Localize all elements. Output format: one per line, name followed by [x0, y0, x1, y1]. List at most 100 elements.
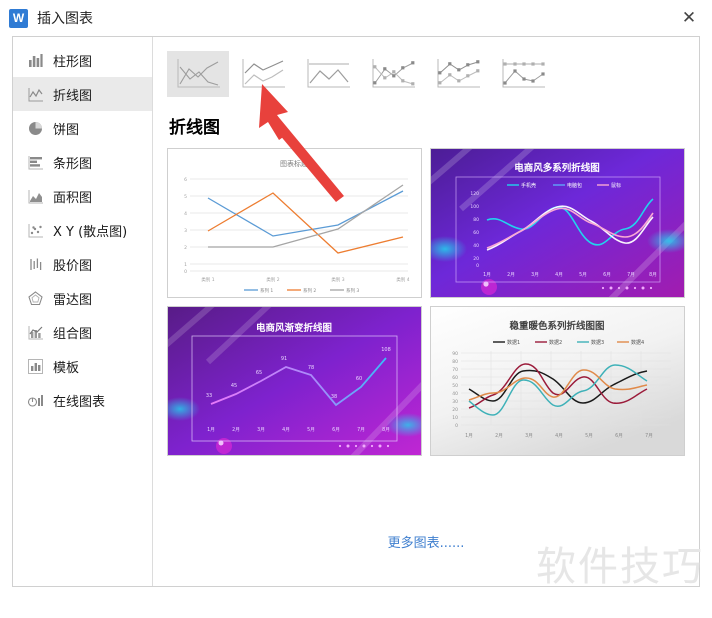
svg-text:2: 2 [184, 245, 187, 251]
svg-text:1月: 1月 [483, 272, 491, 278]
combo-chart-icon [27, 324, 44, 341]
stacked-line-chart-thumb[interactable] [232, 51, 294, 97]
sidebar-item-combo-chart[interactable]: 组合图 [13, 315, 152, 349]
svg-text:稳重暖色系列折线图图: 稳重暖色系列折线图图 [509, 320, 604, 332]
svg-text:40: 40 [452, 391, 458, 397]
bar-chart-icon [27, 154, 44, 171]
svg-text:手机壳: 手机壳 [521, 182, 536, 189]
close-icon[interactable]: ✕ [666, 0, 712, 36]
svg-text:10: 10 [452, 415, 458, 421]
svg-text:0: 0 [184, 269, 187, 275]
svg-text:2月: 2月 [507, 272, 515, 278]
svg-text:108: 108 [381, 347, 391, 353]
pie-chart-icon [27, 120, 44, 137]
svg-text:120: 120 [470, 191, 479, 197]
sidebar-item-label: 股价图 [53, 258, 93, 274]
preview-ecommerce-gradient-line-chart[interactable]: 电商风渐变折线图 33 45 65 91 78 38 60 108 1月 2月 3月 4月 5月… [167, 306, 422, 456]
sidebar-item-label: 柱形图 [53, 54, 93, 70]
svg-text:78: 78 [308, 365, 314, 371]
svg-text:类别 2: 类别 2 [266, 276, 279, 283]
radar-chart-icon [27, 290, 44, 307]
svg-text:电商风渐变折线图: 电商风渐变折线图 [256, 322, 332, 334]
sidebar-item-scatter-chart[interactable]: X Y (散点图) [13, 213, 152, 247]
watermark: 软件技巧 [536, 544, 704, 590]
svg-text:图表标题: 图表标题 [280, 159, 308, 168]
chart-category-sidebar: 柱形图 折线图 饼图 条形图 面积图 X Y (散点图) 股价图 雷达图 组合图… [13, 37, 153, 586]
svg-text:类别 4: 类别 4 [396, 276, 409, 283]
svg-text:数据4: 数据4 [631, 339, 644, 346]
svg-text:100: 100 [470, 204, 479, 210]
line-with-markers-thumb[interactable] [362, 51, 424, 97]
svg-text:5月: 5月 [307, 427, 315, 433]
stacked-line-with-markers-thumb[interactable] [427, 51, 489, 97]
svg-text:20: 20 [473, 256, 479, 262]
svg-text:45: 45 [231, 383, 237, 389]
template-icon [27, 358, 44, 375]
bottom-strip [0, 587, 498, 618]
sidebar-item-pie-chart[interactable]: 饼图 [13, 111, 152, 145]
svg-text:5: 5 [184, 194, 187, 200]
sidebar-item-label: 饼图 [53, 122, 80, 138]
sidebar-item-template[interactable]: 模板 [13, 349, 152, 383]
svg-text:4: 4 [184, 211, 187, 217]
sidebar-item-area-chart[interactable]: 面积图 [13, 179, 152, 213]
svg-text:60: 60 [452, 375, 458, 381]
svg-text:类别 3: 类别 3 [331, 276, 344, 283]
svg-text:91: 91 [281, 356, 287, 362]
svg-text:7月: 7月 [357, 427, 365, 433]
svg-text:1月: 1月 [465, 433, 473, 439]
svg-text:2月: 2月 [495, 433, 503, 439]
svg-text:8月: 8月 [649, 272, 657, 278]
svg-text:38: 38 [331, 394, 337, 400]
svg-text:3: 3 [184, 228, 187, 234]
svg-text:系列 2: 系列 2 [303, 287, 316, 294]
sidebar-item-radar-chart[interactable]: 雷达图 [13, 281, 152, 315]
svg-text:65: 65 [256, 370, 262, 376]
wps-writer-icon [9, 8, 28, 28]
svg-text:60: 60 [473, 230, 479, 236]
svg-text:0: 0 [476, 263, 479, 269]
svg-text:数据2: 数据2 [549, 339, 562, 346]
svg-text:50: 50 [452, 383, 458, 389]
sidebar-item-online-chart[interactable]: 在线图表 [13, 383, 152, 417]
svg-text:4月: 4月 [282, 427, 290, 433]
svg-text:20: 20 [452, 407, 458, 413]
preview-ecommerce-multiseries-line-chart[interactable]: 电商风多系列折线图 手机壳 电脑包 鼠标 120 100 80 60 40 20 0 [430, 148, 685, 298]
section-title: 折线图 [169, 118, 220, 138]
sidebar-item-column-chart[interactable]: 柱形图 [13, 43, 152, 77]
chart-preview-grid: 图表标题 012 3456 类别 1 类别 2 类别 3 类别 4 系列 1 系… [167, 148, 689, 456]
line-chart-thumb[interactable] [167, 51, 229, 97]
chart-type-panel: 折线图 图表标题 0 1 2 3 4 5 6 类别 1 类别 2 类别 3 类别… [153, 37, 699, 586]
svg-text:鼠标: 鼠标 [611, 182, 621, 189]
percent-stacked-line-with-markers-thumb[interactable] [492, 51, 554, 97]
svg-text:90: 90 [452, 351, 458, 357]
percent-stacked-line-chart-thumb[interactable] [297, 51, 359, 97]
title-bar: 插入图表 ✕ [0, 0, 712, 36]
svg-text:7月: 7月 [627, 272, 635, 278]
sidebar-item-bar-chart[interactable]: 条形图 [13, 145, 152, 179]
sidebar-item-stock-chart[interactable]: 股价图 [13, 247, 152, 281]
sidebar-item-label: 面积图 [53, 190, 93, 206]
svg-text:4月: 4月 [555, 272, 563, 278]
chart-subtype-thumbnails [153, 37, 699, 97]
svg-text:5月: 5月 [579, 272, 587, 278]
svg-text:60: 60 [356, 376, 362, 382]
sidebar-item-label: 模板 [53, 360, 80, 376]
sidebar-item-label: 折线图 [53, 88, 93, 104]
sidebar-item-line-chart[interactable]: 折线图 [13, 77, 152, 111]
svg-text:6月: 6月 [332, 427, 340, 433]
svg-text:70: 70 [452, 367, 458, 373]
preview-warm-color-line-chart[interactable]: 稳重暖色系列折线图图 数据1 数据2 数据3 数据4 90 80 70 60 5… [430, 306, 685, 456]
sidebar-item-label: 雷达图 [53, 292, 93, 308]
preview-default-line-chart[interactable]: 图表标题 012 3456 类别 1 类别 2 类别 3 类别 4 系列 1 系… [167, 148, 422, 298]
sidebar-item-label: 组合图 [53, 326, 93, 342]
svg-text:0: 0 [455, 423, 458, 429]
scatter-chart-icon [27, 222, 44, 239]
stock-chart-icon [27, 256, 44, 273]
online-chart-icon [27, 392, 44, 409]
sidebar-item-label: 在线图表 [53, 394, 106, 410]
svg-text:33: 33 [206, 393, 212, 399]
svg-text:类别 1: 类别 1 [201, 276, 214, 283]
svg-text:3月: 3月 [531, 272, 539, 278]
dialog-body: 柱形图 折线图 饼图 条形图 面积图 X Y (散点图) 股价图 雷达图 组合图… [12, 36, 700, 587]
